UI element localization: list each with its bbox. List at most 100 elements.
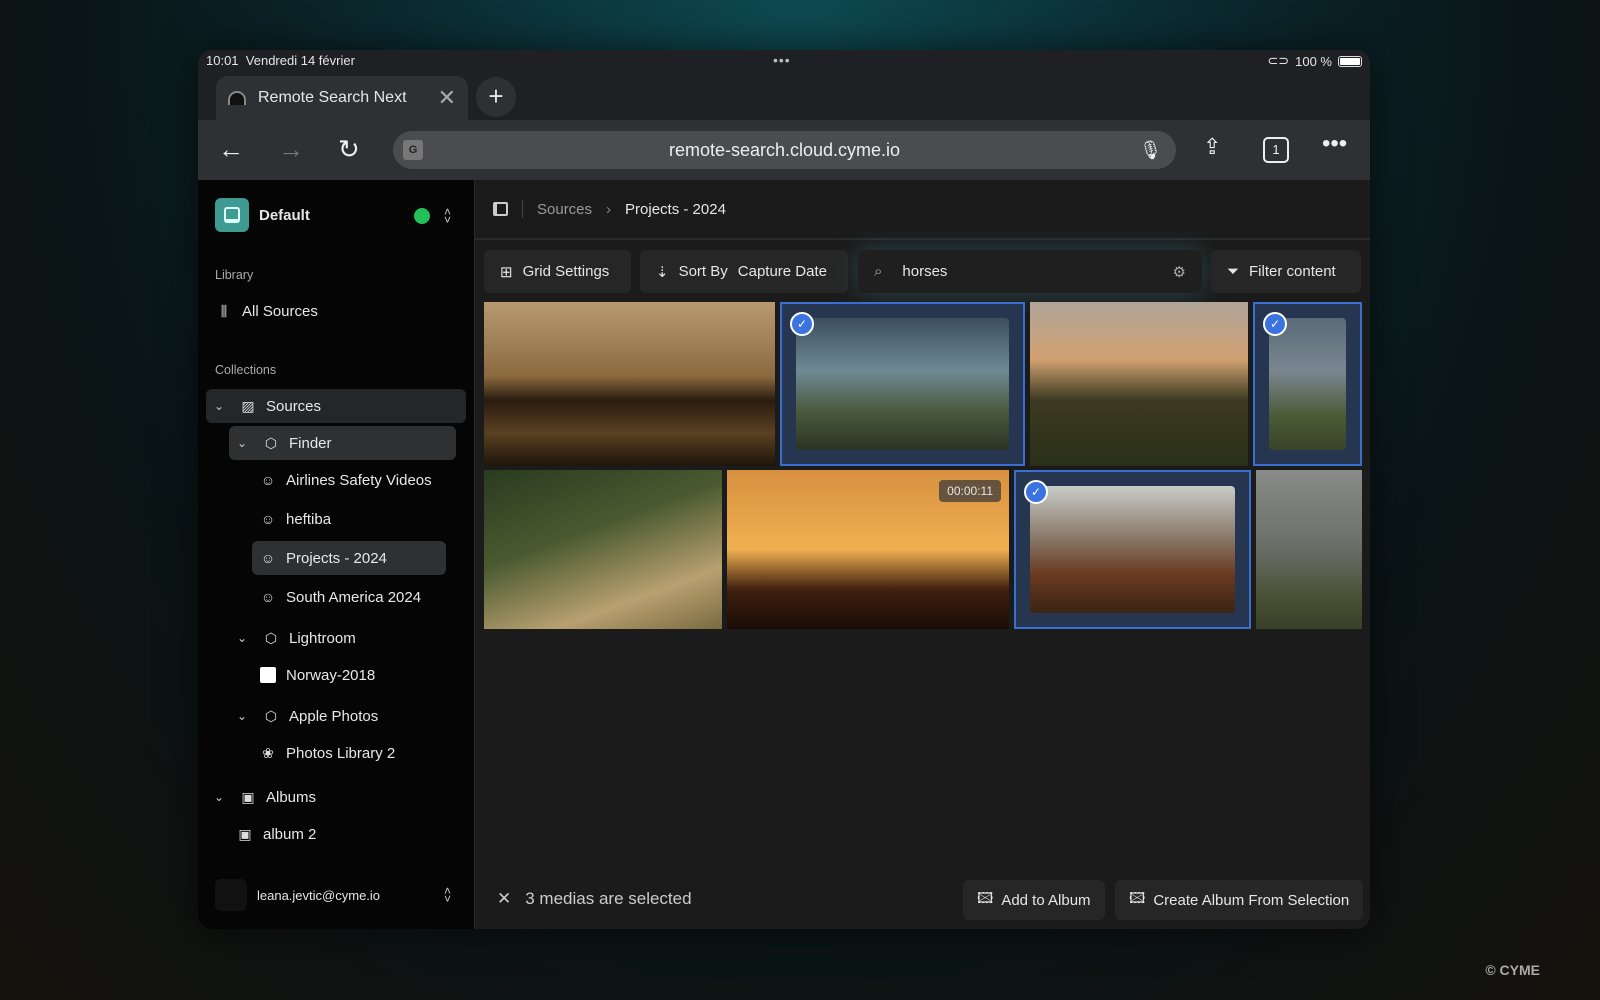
- grid-settings-button[interactable]: ⊞ Grid Settings: [484, 250, 631, 293]
- more-icon[interactable]: •••: [1322, 130, 1347, 158]
- media-thumbnail: [1030, 486, 1235, 613]
- checkmark-icon[interactable]: ✓: [790, 312, 814, 336]
- workspace-selector[interactable]: Default: [215, 198, 310, 232]
- sidebar-toggle-icon[interactable]: [493, 202, 508, 216]
- item-label: heftiba: [286, 510, 332, 528]
- selection-count: 3 medias are selected: [525, 889, 692, 908]
- sort-value: Capture Date: [737, 263, 827, 280]
- sidebar-item-apple-photos[interactable]: ⌄ ⬡ Apple Photos: [229, 699, 378, 733]
- sidebar-item-finder[interactable]: ⌄ ⬡ Finder: [229, 426, 456, 460]
- browser-tab[interactable]: Remote Search Next ✕: [216, 76, 468, 120]
- sidebar-item-norway-2018[interactable]: Norway-2018: [252, 658, 375, 692]
- album-add-icon: 🖾: [977, 889, 994, 907]
- filter-button[interactable]: ⏷ Filter content: [1211, 250, 1361, 293]
- label: Grid Settings: [522, 263, 610, 280]
- white-square-icon: [260, 667, 276, 683]
- multitask-dots-icon[interactable]: •••: [773, 52, 791, 68]
- item-label: Finder: [289, 434, 332, 452]
- library-heading: Library: [215, 268, 254, 282]
- sidebar-item-airlines-safety-videos[interactable]: ☺ Airlines Safety Videos: [252, 463, 432, 497]
- sidebar-item-sources[interactable]: ⌄ ▨ Sources: [206, 389, 466, 423]
- photos-flower-icon: ❀: [262, 744, 274, 761]
- image-icon: ▨: [241, 397, 255, 414]
- media-thumbnail: [1256, 470, 1362, 629]
- cube-icon: ⬡: [264, 707, 278, 724]
- filter-icon: ⏷: [1227, 263, 1240, 280]
- search-icon: ⌕: [874, 263, 883, 280]
- sidebar-item-projects-2024[interactable]: ☺ Projects - 2024: [252, 541, 446, 575]
- item-label: Sources: [266, 397, 322, 415]
- back-icon[interactable]: ←: [218, 134, 244, 165]
- gear-icon[interactable]: ⚙: [1173, 263, 1186, 281]
- avatar: [215, 879, 247, 911]
- clear-selection-icon[interactable]: ✕: [497, 889, 511, 909]
- finder-icon: ☺: [260, 550, 276, 566]
- sidebar-item-south-america-2024[interactable]: ☺ South America 2024: [252, 580, 421, 614]
- library-icon: ⫼: [220, 302, 228, 319]
- chevron-down-icon[interactable]: ⌄: [214, 399, 228, 413]
- album-icon: ▣: [241, 788, 255, 805]
- collections-heading: Collections: [215, 363, 277, 377]
- sidebar-item-all-sources[interactable]: ⫼ All Sources: [208, 294, 318, 328]
- breadcrumb-sources[interactable]: Sources: [537, 201, 592, 218]
- item-label: Lightroom: [289, 629, 356, 647]
- main-content: Sources › Projects - 2024 ⊞ Grid Settings…: [475, 180, 1370, 929]
- forward-icon[interactable]: →: [278, 134, 304, 165]
- server-icon: [215, 198, 249, 232]
- close-tab-icon[interactable]: ✕: [438, 85, 456, 111]
- sort-icon: ⇣: [656, 263, 669, 281]
- media-tile[interactable]: ✓: [780, 302, 1025, 466]
- item-label: Airlines Safety Videos: [286, 471, 432, 489]
- url-field[interactable]: G remote-search.cloud.cyme.io 🎙: [393, 131, 1176, 169]
- user-menu[interactable]: leana.jevtic@cyme.io: [215, 879, 380, 911]
- translate-icon[interactable]: G: [403, 140, 423, 160]
- url-text: remote-search.cloud.cyme.io: [668, 140, 901, 160]
- search-value: horses: [902, 263, 948, 280]
- tab-count-button[interactable]: 1: [1263, 137, 1289, 163]
- checkmark-icon[interactable]: ✓: [1263, 312, 1287, 336]
- favicon-icon: [228, 91, 246, 105]
- label: Sort By: [678, 263, 728, 280]
- search-input[interactable]: ⌕ horses ⚙: [858, 250, 1202, 293]
- sidebar-item-lightroom[interactable]: ⌄ ⬡ Lightroom: [229, 621, 356, 655]
- microphone-icon[interactable]: 🎙: [1139, 131, 1162, 169]
- chevron-down-icon[interactable]: ⌄: [214, 790, 228, 804]
- sidebar-item-heftiba[interactable]: ☺ heftiba: [252, 502, 331, 536]
- media-tile[interactable]: [484, 470, 722, 629]
- divider: [522, 200, 523, 218]
- chevron-down-icon[interactable]: ⌄: [237, 436, 251, 450]
- sort-button[interactable]: ⇣ Sort By Capture Date: [640, 250, 848, 293]
- media-tile[interactable]: 00:00:11: [727, 470, 1009, 629]
- chevron-up-down-icon[interactable]: ˄ ˅: [444, 206, 451, 226]
- status-dot: [414, 208, 430, 224]
- label: Create Album From Selection: [1153, 891, 1350, 909]
- label: Filter content: [1249, 263, 1336, 280]
- media-tile[interactable]: [484, 302, 775, 466]
- add-to-album-button[interactable]: 🖾 Add to Album: [963, 880, 1105, 920]
- share-icon[interactable]: ⇪: [1203, 134, 1221, 160]
- media-thumbnail: [1269, 318, 1346, 450]
- finder-icon: ☺: [260, 472, 276, 488]
- create-album-button[interactable]: 🖾 Create Album From Selection: [1115, 880, 1364, 920]
- media-thumbnail: [1030, 302, 1248, 466]
- media-tile[interactable]: ✓: [1014, 470, 1251, 629]
- media-tile[interactable]: ✓: [1253, 302, 1362, 466]
- sidebar-item-album-2[interactable]: ▣ album 2: [229, 817, 316, 851]
- sidebar-item-albums[interactable]: ⌄ ▣ Albums: [206, 780, 316, 814]
- media-tile[interactable]: [1256, 470, 1362, 629]
- media-tile[interactable]: [1030, 302, 1248, 466]
- new-tab-button[interactable]: +: [476, 77, 516, 117]
- chevron-up-down-icon[interactable]: ˄ ˅: [444, 885, 451, 905]
- checkmark-icon[interactable]: ✓: [1024, 480, 1048, 504]
- item-label: All Sources: [242, 302, 318, 320]
- media-thumbnail: [484, 302, 775, 466]
- chevron-down-icon[interactable]: ⌄: [237, 631, 251, 645]
- chevron-down-icon[interactable]: ⌄: [237, 709, 251, 723]
- tab-title: Remote Search Next: [258, 89, 407, 106]
- sidebar-item-photos-library-2[interactable]: ❀ Photos Library 2: [252, 736, 395, 770]
- album-icon: ▣: [238, 825, 252, 842]
- reload-icon[interactable]: ↻: [338, 134, 360, 165]
- address-bar-row: ← → ↻ G remote-search.cloud.cyme.io 🎙 ⇪ …: [198, 120, 1370, 180]
- item-label: Albums: [266, 788, 317, 806]
- grid-icon: ⊞: [500, 263, 513, 281]
